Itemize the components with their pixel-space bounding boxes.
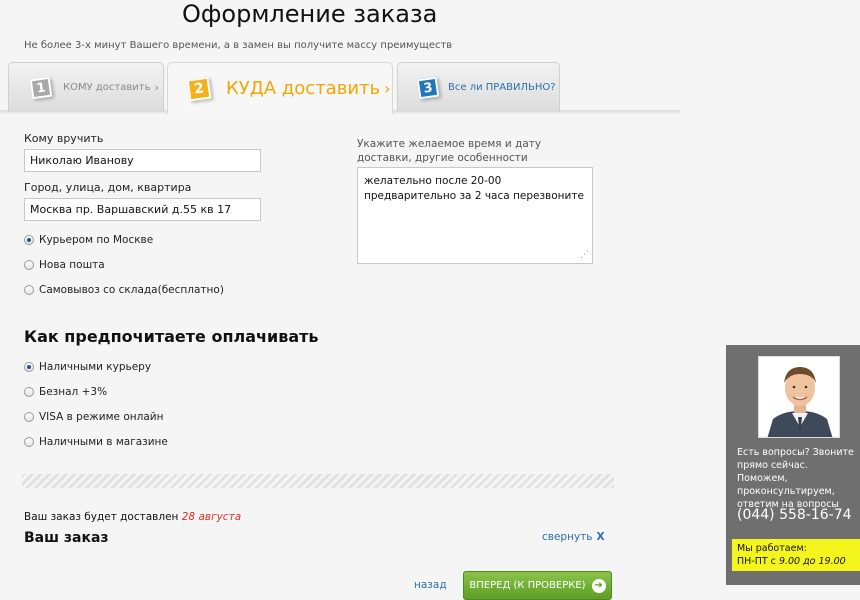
collapse-order-link[interactable]: свернуть X — [542, 531, 605, 543]
payment-option-label: Наличными в магазине — [39, 436, 168, 448]
help-text: Есть вопросы? Звоните прямо сейчас. Помо… — [737, 447, 854, 510]
radio-checked-icon[interactable] — [24, 235, 34, 245]
address-label: Город, улица, дом, квартира — [24, 181, 192, 194]
recipient-input[interactable] — [24, 149, 261, 172]
chevron-right-icon: › — [384, 79, 391, 98]
help-phone: (044) 558-16-74 — [737, 507, 852, 523]
delivery-notes-label: Укажите желаемое время и дату доставки, … — [357, 138, 542, 164]
delivery-date-value: 28 августа — [181, 511, 242, 523]
tab-step-3[interactable]: 3 Все ли ПРАВИЛЬНО? — [397, 62, 560, 112]
delivery-option-courier[interactable]: Курьером по Москве — [24, 234, 153, 246]
delivery-option-label: Курьером по Москве — [39, 234, 154, 246]
consultant-avatar — [758, 356, 840, 438]
payment-option-visa[interactable]: VISA в режиме онлайн — [24, 411, 163, 423]
step-1-badge: 1 — [29, 76, 53, 99]
tab-step-2[interactable]: 2 КУДА доставить › — [167, 62, 393, 114]
radio-icon[interactable] — [24, 260, 34, 270]
address-input[interactable] — [24, 198, 261, 221]
radio-checked-icon[interactable] — [24, 362, 34, 372]
arrow-right-icon: ➔ — [591, 578, 606, 593]
working-hours: Мы работаем: ПН-ПТ с 9.00 до 19.00 — [732, 539, 860, 571]
back-link[interactable]: назад — [414, 579, 447, 591]
next-step-button[interactable]: ВПЕРЕД (К ПРОВЕРКЕ) ➔ — [463, 571, 612, 600]
page-subtitle: Не более 3-х минут Вашего времени, а в з… — [24, 40, 453, 51]
order-heading: Ваш заказ — [24, 530, 109, 546]
hours-days: ПН-ПТ с — [737, 556, 776, 567]
resize-grip-icon[interactable]: ⋰ — [580, 250, 590, 260]
payment-heading: Как предпочитаете оплачивать — [24, 327, 319, 346]
hours-time: 9.00 до 19.00 — [778, 556, 846, 567]
radio-icon[interactable] — [24, 412, 34, 422]
payment-option-bank-transfer[interactable]: Безнал +3% — [24, 386, 107, 398]
close-icon: X — [596, 531, 605, 543]
tab-step-1-label: КОМУ доставить — [63, 82, 151, 93]
payment-option-label: Безнал +3% — [39, 386, 108, 398]
step-3-badge: 3 — [416, 76, 440, 99]
radio-icon[interactable] — [24, 285, 34, 295]
payment-option-cash-courier[interactable]: Наличными курьеру — [24, 361, 151, 373]
recipient-label: Кому вручить — [24, 132, 104, 145]
delivery-date-text: Ваш заказ будет доставлен — [24, 511, 179, 523]
chevron-right-icon: › — [154, 81, 159, 94]
payment-option-label: VISA в режиме онлайн — [39, 411, 164, 423]
hours-line: ПН-ПТ с 9.00 до 19.00 — [737, 555, 855, 568]
radio-icon[interactable] — [24, 437, 34, 447]
consultant-photo — [759, 357, 839, 437]
hours-label: Мы работаем: — [737, 543, 807, 554]
step-2-badge: 2 — [186, 76, 212, 101]
payment-option-label: Наличными курьеру — [39, 361, 152, 373]
help-panel: Есть вопросы? Звоните прямо сейчас. Помо… — [726, 345, 860, 585]
collapse-label: свернуть — [542, 531, 593, 543]
delivery-notes-textarea[interactable]: желательно после 20-00 предварительно за… — [357, 167, 593, 264]
page-title: Оформление заказа — [182, 0, 438, 28]
payment-option-cash-store[interactable]: Наличными в магазине — [24, 436, 168, 448]
delivery-option-label: Нова пошта — [39, 259, 105, 271]
tab-step-1[interactable]: 1 КОМУ доставить › — [8, 62, 164, 112]
delivery-date-line: Ваш заказ будет доставлен 28 августа — [24, 511, 241, 523]
radio-icon[interactable] — [24, 387, 34, 397]
section-divider — [22, 474, 614, 488]
delivery-option-pickup[interactable]: Самовывоз со склада(бесплатно) — [24, 284, 224, 296]
delivery-option-label: Самовывоз со склада(бесплатно) — [39, 284, 224, 296]
next-step-label: ВПЕРЕД (К ПРОВЕРКЕ) — [469, 580, 586, 591]
tab-step-3-label: Все ли ПРАВИЛЬНО? — [448, 82, 556, 93]
step-tabs: 1 КОМУ доставить › 2 КУДА доставить › 3 … — [0, 62, 680, 114]
delivery-option-nova-poshta[interactable]: Нова пошта — [24, 259, 105, 271]
tab-step-2-label: КУДА доставить — [226, 78, 381, 99]
